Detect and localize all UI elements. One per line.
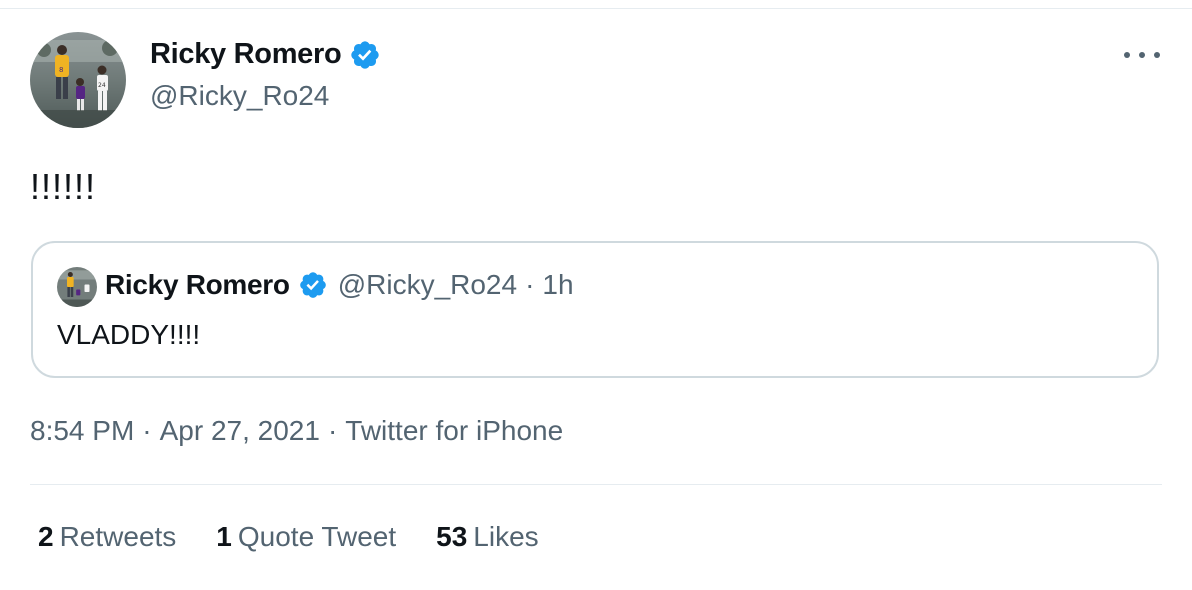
verified-badge-icon [299, 272, 326, 298]
tweet-meta: 8:54 PM · Apr 27, 2021 · Twitter for iPhone [30, 415, 563, 447]
tweet-text: !!!!!! [30, 166, 97, 207]
likes-count: 53 [436, 521, 468, 552]
avatar[interactable]: 8 24 [30, 32, 126, 128]
dot [1124, 52, 1130, 58]
quoted-header: Ricky Romero @Ricky_Ro24 · 1h [105, 269, 574, 301]
stats-divider [30, 484, 1162, 485]
quoted-timestamp[interactable]: 1h [542, 269, 573, 301]
quote-tweets-count: 1 [216, 521, 232, 552]
engagement-stats: 2 Retweets 1 Quote Tweet 53 Likes [38, 521, 579, 553]
tweet-date[interactable]: Apr 27, 2021 [160, 415, 320, 446]
quoted-author-name: Ricky Romero [105, 269, 290, 300]
avatar-photo-icon [57, 267, 97, 307]
dot [1154, 52, 1160, 58]
separator-dot: · [142, 415, 152, 446]
retweets-count: 2 [38, 521, 54, 552]
quote-tweets-label: Quote Tweet [237, 521, 397, 552]
verified-badge-icon [351, 40, 380, 69]
avatar-photo-icon: 8 24 [30, 32, 126, 128]
svg-text:24: 24 [98, 82, 106, 89]
svg-text:8: 8 [59, 66, 63, 74]
quoted-avatar [57, 267, 97, 307]
likes-label: Likes [473, 521, 539, 552]
separator-dot: · [525, 269, 535, 300]
dot [1139, 52, 1145, 58]
quoted-author-handle: @Ricky_Ro24 [337, 269, 518, 300]
tweet-time[interactable]: 8:54 PM [30, 415, 134, 446]
quoted-tweet-card[interactable]: Ricky Romero @Ricky_Ro24 · 1h VLADDY!!!! [31, 241, 1159, 378]
tweet-source[interactable]: Twitter for iPhone [345, 415, 563, 446]
separator-dot: · [327, 415, 338, 446]
quoted-tweet-text: VLADDY!!!! [57, 319, 201, 350]
author-handle[interactable]: @Ricky_Ro24 [150, 80, 329, 112]
author-name[interactable]: Ricky Romero [150, 38, 342, 71]
quote-tweets-stat[interactable]: 1 Quote Tweet [216, 521, 396, 553]
author-row: Ricky Romero [150, 38, 381, 71]
top-divider [0, 8, 1192, 9]
more-options-icon[interactable] [1124, 44, 1160, 66]
retweets-label: Retweets [59, 521, 177, 552]
retweets-stat[interactable]: 2 Retweets [38, 521, 176, 553]
likes-stat[interactable]: 53 Likes [436, 521, 539, 553]
